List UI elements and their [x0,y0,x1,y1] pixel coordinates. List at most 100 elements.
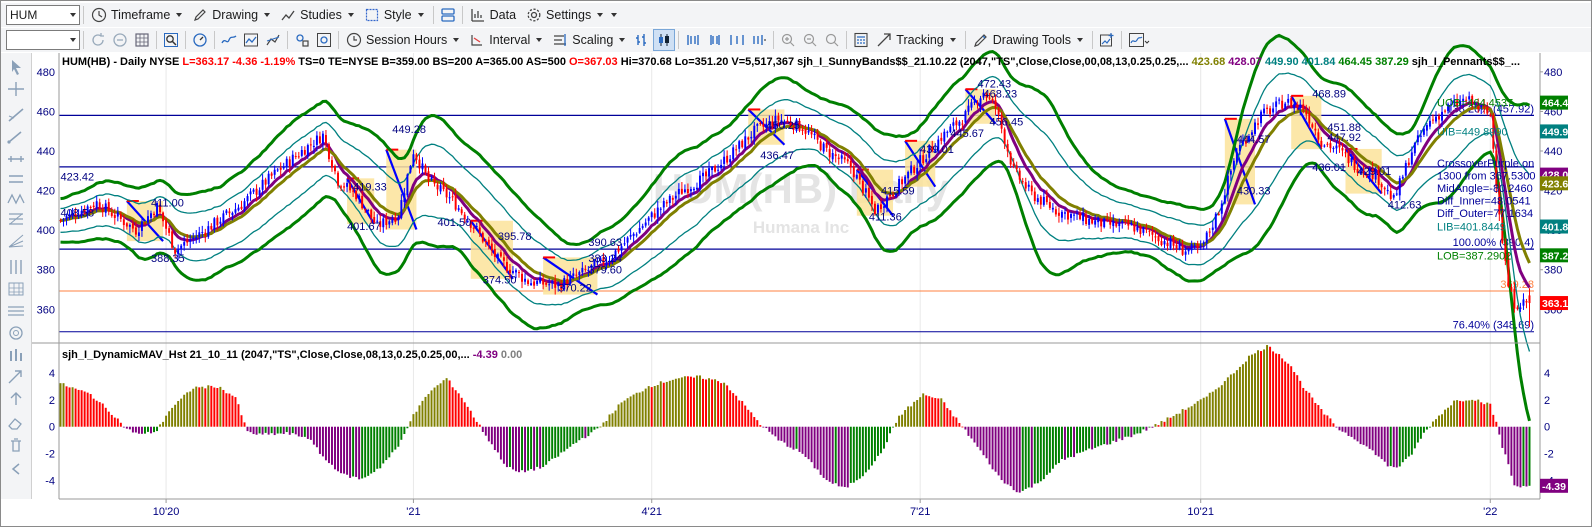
price-bar-body [702,172,704,177]
price-bar-body [810,131,813,135]
price-bar-body [147,216,149,223]
left-y-tick-label: 420 [37,186,55,198]
histogram-bar [1260,351,1263,427]
histogram-bar [213,387,216,427]
price-bar-body [756,124,759,126]
price-bar-body [1021,181,1024,183]
histogram-bar [934,398,937,427]
histogram-bar [928,396,931,427]
price-bar-body [1048,201,1051,208]
price-bar-body [433,178,436,184]
price-bar-body [1109,218,1112,225]
histogram-bar [1326,415,1329,427]
price-bar-body [551,281,554,284]
histogram-bar [1507,426,1510,465]
price-bar-body [825,142,828,148]
chart-canvas[interactable]: HUM(HB) DailyHumana Inc 369.2876.40% (34… [1,1,1591,526]
histogram-bar [901,414,904,427]
histogram-bar [174,404,177,427]
price-bar-body [852,166,855,178]
price-bar-body [1353,157,1356,171]
price-bar-body [508,269,511,274]
pivot-label: 388.35 [151,253,185,265]
histogram-bar [1148,426,1151,428]
price-bar-body [542,279,545,285]
price-bar-body [442,183,445,190]
price-bar-body [1009,152,1012,165]
price-bar-body [828,149,831,158]
histogram-bar [424,396,427,427]
histogram-bar [1012,426,1015,491]
price-bar-body [143,223,146,225]
histogram-bar [1341,426,1344,432]
histogram-bar [1130,426,1133,438]
histogram-bar [1100,426,1103,446]
price-bar-body [1302,104,1305,110]
histogram-bar [484,426,487,436]
histogram-bar [852,426,855,483]
histogram-bar [1272,351,1275,427]
histogram-bar [695,375,698,427]
price-bar-body [424,165,427,173]
histogram-bar [825,426,828,481]
histogram-bar [840,426,843,487]
histogram-bar [1323,414,1326,427]
price-bar-body [128,224,131,227]
pivot-label: 445.67 [950,128,984,140]
price-bar-body [1441,111,1443,121]
price-bar-body [104,203,107,213]
price-bar-body [656,207,659,218]
price-bar-body [864,188,867,193]
histogram-bar [879,426,882,454]
x-tick-label: 10'20 [153,506,180,518]
price-bar-body [626,237,629,243]
histogram-bar [1416,426,1419,443]
histogram-bar [738,400,741,427]
price-bar-body [367,209,370,211]
price-bar-body [391,219,394,223]
price-bar-body [1190,244,1193,251]
histogram-bar [1510,426,1513,476]
histogram-bar [1082,426,1085,452]
price-bar-body [406,174,409,196]
histogram-bar [65,386,68,427]
price-bar-body [207,226,210,237]
histogram-bar [1501,426,1504,448]
price-bar-body [246,196,249,202]
price-bar-body [726,155,729,163]
price-bar-body [816,132,819,140]
histogram-bar [249,426,252,433]
hist-left-y-tick-label: 2 [49,395,55,407]
price-bar-body [318,136,321,144]
histogram-bar [1199,399,1202,427]
histogram-bar [1428,426,1431,428]
pivot-label: 429.01 [1358,166,1392,178]
price-bar-body [705,171,707,177]
price-bar-body [282,166,285,169]
histogram-bar [1332,423,1335,427]
price-bar-body [1202,242,1205,244]
histogram-bar [125,426,128,429]
price-bar-body [708,168,711,177]
histogram-bar [291,426,294,434]
histogram-bar [702,378,704,427]
price-bar-body [711,167,714,171]
histogram-bar [1145,426,1148,431]
price-bar-body [273,169,276,175]
price-bar-body [1401,176,1404,179]
histogram-bar [831,426,834,484]
price-bar-body [436,184,439,190]
price-bar-body [1124,219,1127,221]
histogram-bar [530,426,533,470]
crossover-info-line: MidAngle=-80.2460 [1437,183,1533,195]
pivot-label: 390.63 [588,237,622,249]
price-bar-body [439,185,442,192]
histogram-bar [219,386,222,427]
price-bar-body [578,272,581,276]
price-bar-body [1088,218,1091,225]
histogram-bar [216,388,219,427]
histogram-bar [1359,426,1362,445]
price-bar-body [527,280,530,285]
price-bar-body [418,159,421,169]
histogram-bar [1347,426,1350,436]
